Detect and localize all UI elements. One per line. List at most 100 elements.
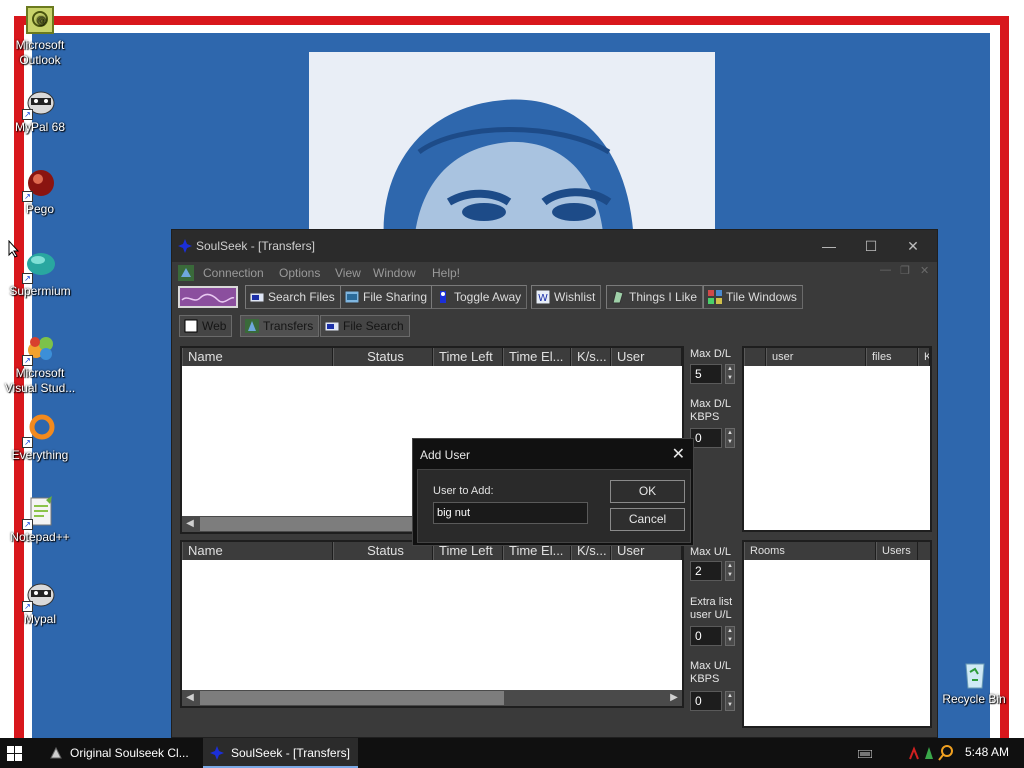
- max-dl-kbps-stepper[interactable]: ▲ ▼: [725, 428, 735, 448]
- wishlist-label: Wishlist: [554, 290, 596, 304]
- tile-windows-button[interactable]: Tile Windows: [703, 285, 803, 309]
- menu-connection[interactable]: Connection: [203, 266, 264, 280]
- wishlist-icon: W: [536, 290, 550, 304]
- scrollbar-thumb[interactable]: [200, 691, 504, 705]
- transfers-icon: [245, 319, 259, 333]
- max-ul-stepper[interactable]: ▲ ▼: [725, 561, 735, 581]
- keyboard-icon[interactable]: [858, 750, 872, 758]
- column-header-status[interactable]: Status: [333, 348, 433, 366]
- column-header-time-left[interactable]: Time Left: [433, 348, 503, 366]
- column-header-kbps[interactable]: K: [918, 348, 930, 366]
- menu-view[interactable]: View: [335, 266, 361, 280]
- mdi-minimize-button[interactable]: —: [880, 264, 891, 276]
- window-titlebar[interactable]: SoulSeek - [Transfers] — ☐ ✕: [172, 230, 937, 262]
- dialog-body: User to Add: big nut OK Cancel: [417, 469, 691, 543]
- supermium-icon: ↗: [22, 250, 56, 284]
- desktop-icon-mypal68[interactable]: ↗ MyPal 68: [1, 86, 79, 135]
- wallpaper-portrait: [309, 52, 715, 242]
- toggle-away-icon: [440, 291, 446, 303]
- desktop-icon-notepadpp[interactable]: ↗ Notepad++: [1, 496, 79, 545]
- desktop-icon-label: Mypal: [23, 612, 56, 626]
- menu-help[interactable]: Help!: [432, 266, 460, 280]
- toggle-away-label: Toggle Away: [454, 290, 522, 304]
- users-list[interactable]: user files K: [742, 346, 932, 532]
- tab-web[interactable]: Web: [179, 315, 233, 337]
- uploads-list[interactable]: Name Status Time Left Time El... K/s... …: [180, 540, 684, 708]
- close-button[interactable]: ✕: [899, 236, 927, 256]
- column-header-files[interactable]: files: [866, 348, 918, 366]
- max-ul-kbps-input[interactable]: 0: [690, 691, 722, 711]
- things-i-like-icon: [612, 290, 624, 304]
- column-header-user[interactable]: user: [766, 348, 866, 366]
- desktop-icon-mypal[interactable]: ↗ Mypal: [1, 578, 79, 627]
- windows-start-icon[interactable]: [7, 746, 22, 761]
- dialog-close-icon[interactable]: ✕: [672, 444, 685, 464]
- minimize-button[interactable]: —: [815, 236, 843, 256]
- menu-options[interactable]: Options: [279, 266, 320, 280]
- uploads-horizontal-scrollbar[interactable]: ◀ ▶: [182, 690, 682, 706]
- column-header-speed[interactable]: K/s...: [571, 348, 611, 366]
- file-sharing-button[interactable]: File Sharing: [340, 285, 434, 309]
- search-files-button[interactable]: Search Files: [245, 285, 341, 309]
- max-dl-kbps-input[interactable]: 0: [690, 428, 722, 448]
- user-to-add-input[interactable]: big nut: [433, 502, 588, 524]
- taskbar-item-soulseek-client[interactable]: Original Soulseek Cl...: [42, 738, 194, 768]
- desktop-icon-label: Everything: [11, 448, 69, 462]
- max-ul-kbps-stepper[interactable]: ▲ ▼: [725, 691, 735, 711]
- things-i-like-button[interactable]: Things I Like: [606, 285, 704, 309]
- mdi-close-button[interactable]: ✕: [920, 264, 929, 277]
- menu-window[interactable]: Window: [373, 266, 416, 280]
- rooms-list[interactable]: Rooms Users: [742, 540, 932, 728]
- security-icon[interactable]: [922, 745, 936, 761]
- desktop-icon-visual-studio[interactable]: ↗ Microsoft Visual Stud...: [1, 332, 79, 396]
- dialog-title: Add User: [420, 448, 471, 462]
- outlook-icon: @: [24, 4, 56, 36]
- maximize-button[interactable]: ☐: [857, 236, 885, 256]
- search-tray-icon[interactable]: [938, 745, 954, 761]
- wishlist-button[interactable]: W Wishlist: [531, 285, 602, 309]
- scroll-left-icon[interactable]: ◀: [182, 690, 198, 706]
- tab-transfers[interactable]: Transfers: [240, 315, 320, 337]
- column-header-users[interactable]: Users: [876, 542, 918, 560]
- tab-file-search[interactable]: File Search: [320, 315, 410, 337]
- max-dl-input[interactable]: 5: [690, 364, 722, 384]
- max-dl-stepper[interactable]: ▲ ▼: [725, 364, 735, 384]
- column-header-name[interactable]: Name: [182, 542, 333, 560]
- column-header-name[interactable]: Name: [182, 348, 333, 366]
- column-header-rooms[interactable]: Rooms: [744, 542, 876, 560]
- desktop-icon-everything[interactable]: ↗ Everything: [1, 414, 79, 463]
- file-search-icon: [325, 321, 339, 332]
- column-header-time-elapsed[interactable]: Time El...: [503, 348, 571, 366]
- search-files-icon: [250, 292, 264, 303]
- file-sharing-icon: [345, 290, 359, 304]
- scroll-right-icon[interactable]: ▶: [666, 690, 682, 706]
- window-title: SoulSeek - [Transfers]: [196, 239, 315, 253]
- max-dl-label: Max D/L: [690, 348, 731, 360]
- extra-list-stepper[interactable]: ▲ ▼: [725, 626, 735, 646]
- tab-file-search-label: File Search: [343, 319, 404, 333]
- max-ul-input[interactable]: 2: [690, 561, 722, 581]
- ok-button[interactable]: OK: [610, 480, 685, 503]
- scroll-left-icon[interactable]: ◀: [182, 516, 198, 532]
- toolbar: Search Files File Sharing Toggle Away W …: [172, 285, 937, 311]
- column-header-user[interactable]: User: [611, 348, 682, 366]
- taskbar-item-label: SoulSeek - [Transfers]: [231, 746, 350, 760]
- desktop-icon-label: Supermium: [9, 284, 71, 298]
- desktop-icon-recycle-bin[interactable]: Recycle Bin: [935, 658, 1013, 707]
- rooms-header: Rooms Users: [744, 542, 930, 560]
- desktop-icon-pego[interactable]: ↗ Pego: [1, 168, 79, 217]
- desktop-icon-outlook[interactable]: @ Microsoft Outlook: [1, 4, 79, 68]
- column-header-status-flag[interactable]: [744, 348, 766, 366]
- toggle-away-button[interactable]: Toggle Away: [431, 285, 528, 309]
- downloads-header: Name Status Time Left Time El... K/s... …: [182, 348, 682, 366]
- svg-text:@: @: [36, 15, 46, 26]
- cancel-button[interactable]: Cancel: [610, 508, 685, 531]
- network-icon[interactable]: [908, 745, 922, 761]
- extra-list-input[interactable]: 0: [690, 626, 722, 646]
- taskbar-item-soulseek[interactable]: SoulSeek - [Transfers]: [203, 738, 358, 768]
- tab-transfers-label: Transfers: [263, 319, 314, 333]
- mdi-restore-button[interactable]: ❐: [900, 264, 910, 277]
- clock[interactable]: 5:48 AM: [965, 745, 1009, 759]
- raccoon-icon: ↗: [22, 86, 56, 120]
- visual-studio-icon: ↗: [22, 332, 56, 366]
